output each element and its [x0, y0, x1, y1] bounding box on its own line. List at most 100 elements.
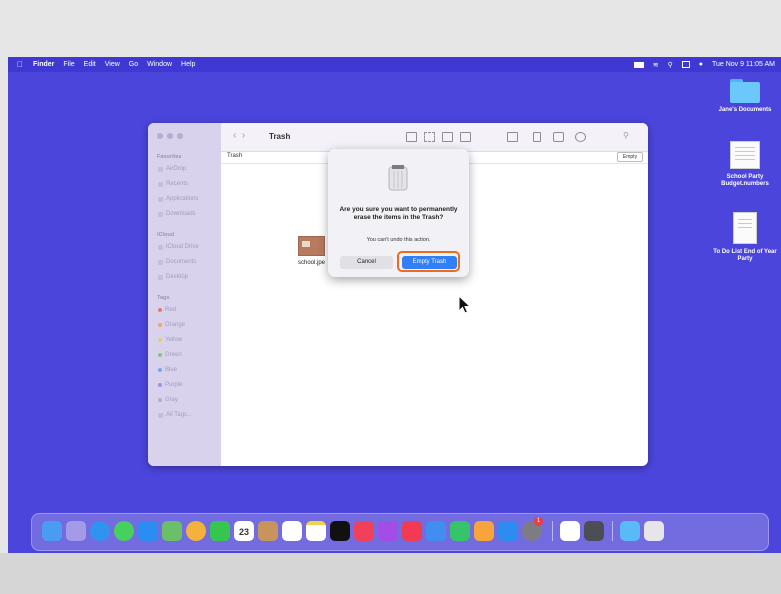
sidebar-item-documents[interactable]: Documents [158, 259, 196, 265]
control-center-icon[interactable] [681, 61, 690, 68]
sidebar-item-icloud-drive[interactable]: iCloud Drive [158, 244, 199, 250]
share-icon[interactable] [533, 132, 541, 142]
calculator-app-icon[interactable] [584, 521, 604, 541]
more-actions-icon[interactable] [575, 132, 586, 142]
contacts-app-icon[interactable] [258, 521, 278, 541]
finder-toolbar: ‹ › Trash ⚲ [221, 123, 648, 152]
desktop-icon-janes-documents[interactable]: Jane's Documents [709, 79, 781, 114]
menu-edit[interactable]: Edit [84, 61, 96, 68]
document-icon [158, 259, 163, 265]
sidebar-tag-orange[interactable]: Orange [158, 322, 185, 328]
sidebar-item-downloads[interactable]: Downloads [158, 211, 196, 217]
sidebar-item-airdrop[interactable]: AirDrop [158, 166, 186, 172]
launchpad-app-icon[interactable] [66, 521, 86, 541]
trash-dock-icon[interactable] [644, 521, 664, 541]
menu-file[interactable]: File [63, 61, 74, 68]
sidebar-item-all-tags[interactable]: All Tags... [158, 412, 192, 418]
sidebar-tag-gray[interactable]: Gray [158, 397, 178, 403]
menu-help[interactable]: Help [181, 61, 195, 68]
image-thumbnail [298, 236, 326, 256]
keynote-app-icon[interactable] [426, 521, 446, 541]
zoom-button[interactable] [177, 133, 183, 139]
empty-button[interactable]: Empty [617, 152, 643, 162]
mail-app-icon[interactable] [138, 521, 158, 541]
group-icon[interactable] [507, 132, 518, 142]
file-item[interactable]: school.jpe [298, 236, 325, 266]
notification-badge: 1 [534, 517, 543, 526]
sidebar-item-label: iCloud Drive [166, 244, 199, 250]
gallery-view-icon[interactable] [460, 132, 471, 142]
apple-tv-app-icon[interactable] [330, 521, 350, 541]
sidebar-item-label: Gray [165, 397, 179, 403]
news-app-icon[interactable] [402, 521, 422, 541]
dock-separator [612, 521, 613, 541]
preview-app-icon[interactable] [560, 521, 580, 541]
list-view-icon[interactable] [424, 132, 435, 142]
close-button[interactable] [157, 133, 163, 139]
sidebar-item-label: Desktop [166, 274, 189, 280]
menu-finder[interactable]: Finder [33, 61, 54, 68]
finder-sidebar: Favorites AirDrop Recents Applications D… [148, 123, 221, 466]
dialog-title: Are you sure you want to permanently era… [339, 206, 458, 221]
menu-window[interactable]: Window [147, 61, 172, 68]
spotlight-icon[interactable]: ⚲ [668, 61, 673, 69]
sidebar-tag-green[interactable]: Green [158, 352, 182, 358]
music-app-icon[interactable] [354, 521, 374, 541]
screen-frame-top [0, 0, 781, 57]
apple-menu-icon[interactable]:  [17, 60, 23, 69]
facetime-app-icon[interactable] [210, 521, 230, 541]
sidebar-item-label: Red [165, 307, 177, 313]
back-forward-icon[interactable]: ‹ › [233, 130, 245, 141]
desktop-icon-school-party-budget[interactable]: School Party Budget.numbers [709, 141, 781, 188]
notes-app-icon[interactable] [306, 521, 326, 541]
sidebar-item-label: Documents [166, 259, 197, 265]
photos-app-icon[interactable] [186, 521, 206, 541]
sidebar-item-label: Recents [166, 181, 189, 187]
sidebar-item-applications[interactable]: Applications [158, 196, 198, 202]
empty-trash-button[interactable]: Empty Trash [402, 256, 457, 269]
sidebar-item-recents[interactable]: Recents [158, 181, 188, 187]
calendar-app-icon[interactable]: 23 [234, 521, 254, 541]
menu-clock[interactable]: Tue Nov 9 11:05 AM [712, 61, 775, 68]
clock-icon [158, 181, 163, 187]
messages-app-icon[interactable] [114, 521, 134, 541]
sidebar-item-label: Purple [165, 382, 183, 388]
safari-app-icon[interactable] [90, 521, 110, 541]
battery-icon[interactable] [633, 61, 644, 68]
menu-view[interactable]: View [105, 61, 120, 68]
reminders-app-icon[interactable] [282, 521, 302, 541]
dock-separator [552, 521, 553, 541]
maps-app-icon[interactable] [162, 521, 182, 541]
desktop-icon-to-do-list[interactable]: To Do List End of Year Party [709, 212, 781, 263]
tag-dot-icon [158, 323, 162, 327]
sidebar-tag-yellow[interactable]: Yellow [158, 337, 182, 343]
cloud-icon [158, 244, 163, 250]
path-label: Trash [227, 153, 243, 159]
sidebar-item-label: Orange [165, 322, 186, 328]
sidebar-tag-purple[interactable]: Purple [158, 382, 182, 388]
menu-go[interactable]: Go [129, 61, 138, 68]
icon-view-icon[interactable] [406, 132, 417, 142]
column-view-icon[interactable] [442, 132, 453, 142]
app-store-icon[interactable] [498, 521, 518, 541]
siri-icon[interactable]: ● [699, 61, 703, 68]
finder-app-icon[interactable] [42, 521, 62, 541]
wifi-icon[interactable]: ≋ [653, 61, 659, 69]
cancel-button[interactable]: Cancel [340, 256, 393, 269]
sidebar-section-icloud: iCloud [157, 232, 175, 238]
folder-icon [730, 79, 760, 103]
search-icon[interactable]: ⚲ [623, 131, 629, 140]
document-file-icon [733, 212, 757, 244]
numbers-file-icon [730, 141, 760, 169]
sidebar-item-label: Downloads [166, 211, 196, 217]
downloads-stack-icon[interactable] [620, 521, 640, 541]
sidebar-item-desktop[interactable]: Desktop [158, 274, 188, 280]
tag-icon[interactable] [553, 132, 564, 142]
sidebar-tag-red[interactable]: Red [158, 307, 176, 313]
pages-app-icon[interactable] [474, 521, 494, 541]
numbers-app-icon[interactable] [450, 521, 470, 541]
sidebar-tag-blue[interactable]: Blue [158, 367, 177, 373]
desktop-icon-label: School Party Budget.numbers [721, 174, 769, 187]
podcasts-app-icon[interactable] [378, 521, 398, 541]
minimize-button[interactable] [167, 133, 173, 139]
